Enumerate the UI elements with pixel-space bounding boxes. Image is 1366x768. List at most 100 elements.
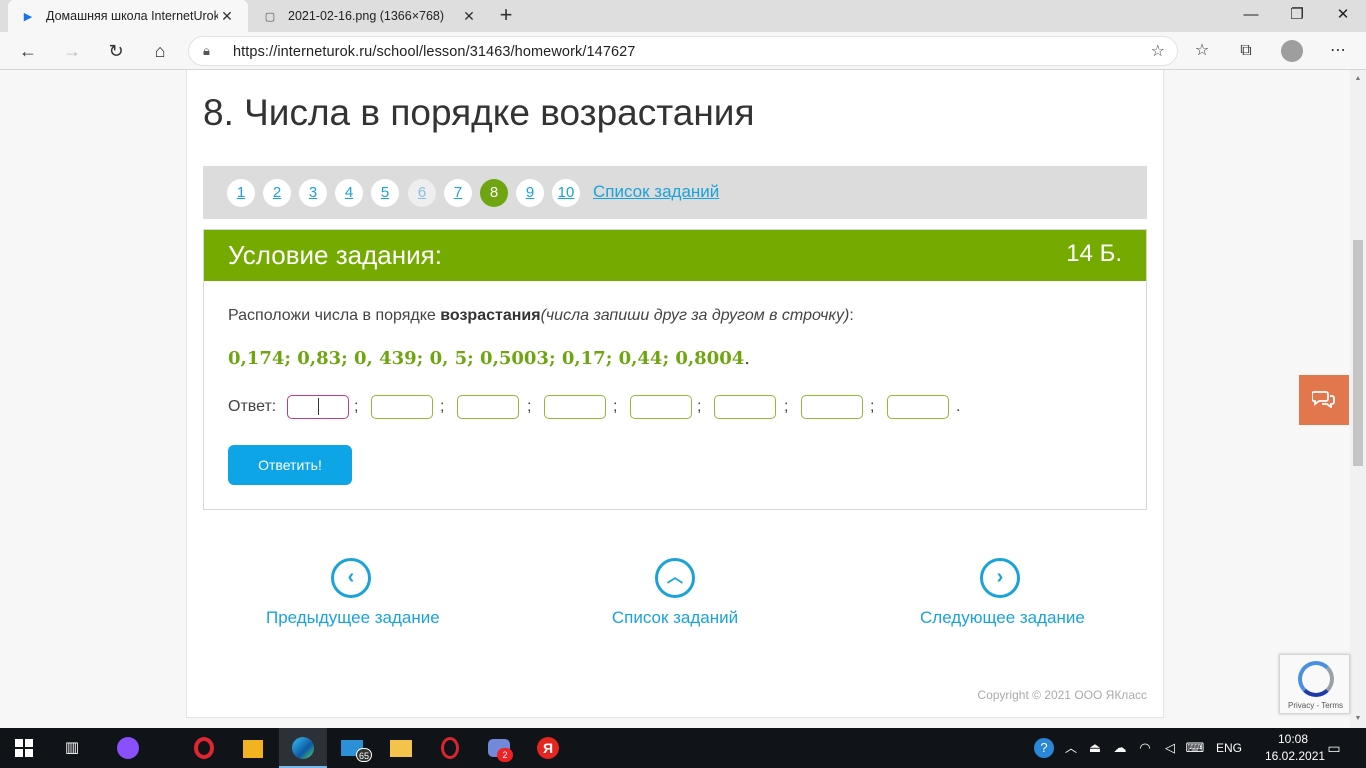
answer-separator: ; [784, 398, 789, 415]
answer-input-3[interactable] [457, 395, 519, 419]
back-arrow-icon[interactable]: ← [14, 38, 42, 64]
pager-item-3[interactable]: 3 [299, 179, 327, 207]
refresh-icon[interactable]: ↻ [102, 38, 130, 64]
tab-screenshot[interactable]: ▢ 2021-02-16.png (1366×768) ✕ [250, 0, 490, 32]
tab-interneturok[interactable]: ▶ Домашняя школа InternetUrok.r ✕ [8, 0, 248, 32]
notifications-icon[interactable]: ▭ [1322, 736, 1346, 760]
pager-item-2[interactable]: 2 [263, 179, 291, 207]
answer-end-mark: . [956, 398, 961, 415]
text-cursor [318, 398, 319, 415]
task-card: Условие задания: 14 Б. Расположи числа в… [203, 229, 1147, 510]
answer-label: Ответ: [228, 398, 277, 415]
minimize-button[interactable]: — [1228, 0, 1274, 32]
number-values: 0,174; 0,83; 0, 439; 0, 5; 0,5003; 0,17;… [228, 348, 745, 369]
task-view-icon[interactable]: ▥ [60, 736, 84, 760]
yandex-browser-icon[interactable]: Я [536, 736, 560, 760]
edge-browser-icon[interactable] [291, 736, 315, 760]
answer-input-5[interactable] [630, 395, 692, 419]
task-list-bottom-link[interactable]: Список заданий [600, 608, 750, 628]
pager-item-4[interactable]: 4 [335, 179, 363, 207]
forward-arrow-icon[interactable]: → [58, 38, 86, 64]
help-icon[interactable]: ? [1032, 736, 1056, 760]
task-instruction: Расположи числа в порядке возрастания(чи… [228, 307, 854, 325]
home-icon[interactable]: ⌂ [146, 38, 174, 64]
task-score: 14 Б. [1066, 240, 1122, 267]
pager-item-10[interactable]: 10 [552, 179, 580, 207]
tray-expand-icon[interactable]: ︿ [1059, 736, 1083, 760]
url-text: https://interneturok.ru/school/lesson/31… [233, 44, 636, 60]
instruction-text: Расположи числа в порядке [228, 307, 441, 324]
prev-task-link[interactable]: Предыдущее задание [266, 608, 440, 628]
answer-separator: ; [354, 398, 359, 415]
keyboard-icon[interactable]: ⌨ [1183, 736, 1207, 760]
content-container: 8. Числа в порядке возрастания 1 2 3 4 5… [186, 70, 1164, 718]
pager-item-6[interactable]: 6 [408, 179, 436, 207]
chevron-right-icon[interactable]: › [980, 558, 1020, 598]
recaptcha-icon [1298, 661, 1334, 697]
cloud-icon[interactable]: ☁ [1108, 736, 1132, 760]
answer-separator: ; [527, 398, 532, 415]
clock-time[interactable]: 10:08 [1278, 732, 1308, 746]
chevron-left-icon[interactable]: ‹ [331, 558, 371, 598]
task-list-nav[interactable]: ︿ Список заданий [600, 558, 750, 628]
pager-item-5[interactable]: 5 [371, 179, 399, 207]
recaptcha-badge[interactable]: Privacy - Terms [1279, 654, 1350, 714]
pager-item-1[interactable]: 1 [227, 179, 255, 207]
scroll-thumb[interactable] [1353, 240, 1363, 466]
chat-button[interactable] [1299, 375, 1349, 425]
submit-answer-button[interactable]: Ответить! [228, 445, 352, 485]
next-task-nav[interactable]: › Следующее задание [920, 558, 1085, 628]
answer-separator: ; [870, 398, 875, 415]
pager-item-9[interactable]: 9 [516, 179, 544, 207]
instruction-end: : [849, 307, 854, 324]
discord-badge: 2 [497, 748, 513, 762]
task-header-title: Условие задания: [228, 240, 442, 270]
chevron-up-icon[interactable]: ︿ [655, 558, 695, 598]
answer-input-2[interactable] [371, 395, 433, 419]
tab-title: 2021-02-16.png (1366×768) [288, 9, 445, 23]
profile-avatar[interactable] [1281, 40, 1303, 62]
prev-task-nav[interactable]: ‹ Предыдущее задание [266, 558, 440, 628]
scroll-down-icon[interactable]: ▼ [1350, 712, 1366, 726]
collections-icon[interactable]: ⧉ [1232, 38, 1260, 64]
new-tab-button[interactable]: + [494, 4, 518, 28]
add-favorite-icon[interactable]: ☆ [1151, 41, 1165, 61]
next-task-link[interactable]: Следующее задание [920, 608, 1085, 628]
windows-taskbar: ▥ 65 2 Я ? ︿ ⏏ ☁ ◠ ◁ ⌨ ENG 10:08 16.02.2… [0, 728, 1366, 768]
tab-title: Домашняя школа InternetUrok.r [46, 9, 218, 23]
address-bar-row: ← → ↻ ⌂ 🔒︎ https://interneturok.ru/schoo… [0, 32, 1366, 70]
opera-gx-icon[interactable] [438, 736, 462, 760]
task-list-link[interactable]: Список заданий [593, 182, 719, 202]
url-field[interactable]: 🔒︎ https://interneturok.ru/school/lesson… [188, 36, 1178, 66]
scroll-up-icon[interactable]: ▲ [1350, 72, 1366, 86]
language-indicator[interactable]: ENG [1216, 741, 1242, 755]
close-tab-icon[interactable]: ✕ [218, 8, 236, 25]
alice-assistant-icon[interactable] [116, 736, 140, 760]
page-scrollbar[interactable]: ▲ ▼ [1350, 70, 1366, 728]
more-menu-icon[interactable]: ⋯ [1324, 38, 1352, 64]
volume-icon[interactable]: ◁ [1158, 736, 1182, 760]
windows-start-icon[interactable] [12, 736, 36, 760]
wifi-icon[interactable]: ◠ [1133, 736, 1157, 760]
answer-input-6[interactable] [714, 395, 776, 419]
pager-item-7[interactable]: 7 [444, 179, 472, 207]
close-tab-icon[interactable]: ✕ [460, 8, 478, 25]
opera-icon[interactable] [192, 736, 216, 760]
clock-date[interactable]: 16.02.2021 [1265, 749, 1325, 763]
answer-input-8[interactable] [887, 395, 949, 419]
close-window-button[interactable]: ✕ [1320, 0, 1366, 32]
chat-icon [1312, 391, 1335, 408]
usb-icon[interactable]: ⏏ [1083, 736, 1107, 760]
store-icon[interactable] [241, 736, 265, 760]
task-header: Условие задания: 14 Б. [204, 230, 1146, 281]
answer-input-4[interactable] [544, 395, 606, 419]
page-title: 8. Числа в порядке возрастания [203, 92, 755, 133]
folder-icon[interactable] [389, 736, 413, 760]
favorites-icon[interactable]: ☆ [1188, 38, 1216, 64]
pager-item-8-current[interactable]: 8 [480, 179, 508, 207]
recaptcha-links[interactable]: Privacy - Terms [1280, 701, 1351, 710]
maximize-button[interactable]: ❐ [1274, 0, 1320, 32]
answer-input-7[interactable] [801, 395, 863, 419]
mail-badge: 65 [356, 748, 372, 762]
lock-icon[interactable]: 🔒︎ [203, 43, 210, 59]
